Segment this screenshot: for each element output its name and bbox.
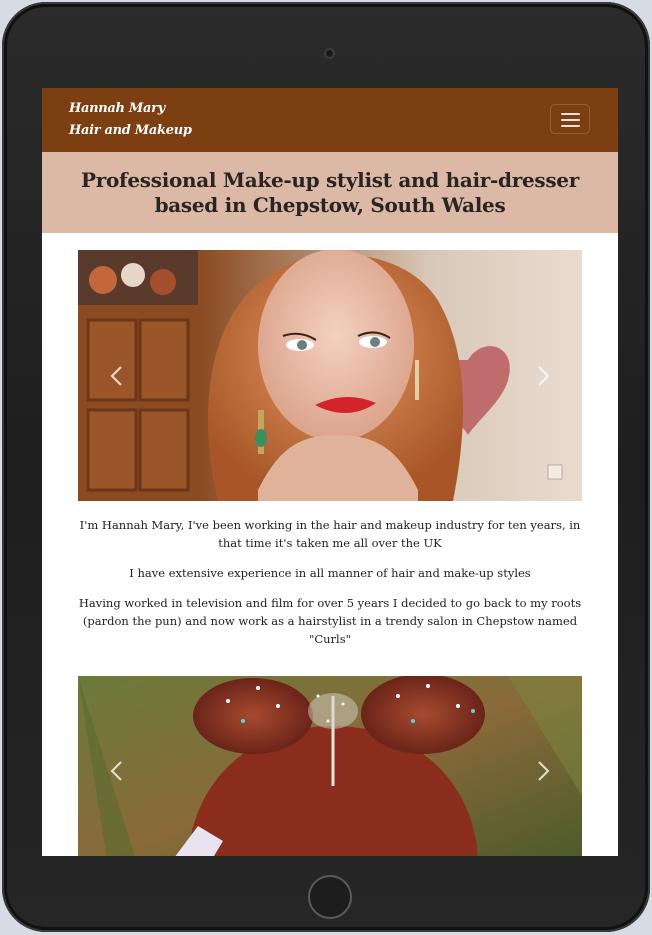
chevron-left-icon <box>110 365 122 386</box>
intro-text: I'm Hannah Mary, I've been working in th… <box>78 516 582 660</box>
home-button[interactable] <box>308 875 352 919</box>
carousel-prev-button[interactable] <box>86 250 146 501</box>
navbar-toggler-button[interactable] <box>550 104 590 134</box>
navbar: Hannah Mary Hair and Makeup <box>42 88 618 152</box>
hamburger-icon-line <box>561 125 580 127</box>
page-header: Professional Make-up stylist and hair-dr… <box>42 152 618 233</box>
camera-icon <box>324 48 335 59</box>
chevron-right-icon <box>538 365 550 386</box>
portrait-carousel <box>78 250 582 501</box>
intro-paragraph-3: Having worked in television and film for… <box>78 596 582 646</box>
intro-paragraph-1: I'm Hannah Mary, I've been working in th… <box>79 518 581 550</box>
chevron-left-icon <box>110 761 122 781</box>
hairstyle-carousel <box>78 676 582 856</box>
website-viewport: Hannah Mary Hair and Makeup Professional… <box>42 88 618 856</box>
brand-logo[interactable]: Hannah Mary Hair and Makeup <box>69 98 192 142</box>
hamburger-icon-line <box>561 119 580 121</box>
carousel-prev-button[interactable] <box>86 676 146 856</box>
brand-line-2: Hair and Makeup <box>69 123 192 138</box>
page-title: Professional Make-up stylist and hair-dr… <box>81 167 579 217</box>
carousel-next-button[interactable] <box>514 676 574 856</box>
hamburger-icon <box>561 113 580 115</box>
brand-line-1: Hannah Mary <box>69 101 165 116</box>
hairstyle-photo <box>78 676 582 856</box>
chevron-right-icon <box>538 761 550 781</box>
carousel-next-button[interactable] <box>514 250 574 501</box>
portrait-photo <box>78 250 582 501</box>
intro-paragraph-2: I have extensive experience in all manne… <box>129 566 531 580</box>
tablet-frame: Hannah Mary Hair and Makeup Professional… <box>2 2 650 932</box>
